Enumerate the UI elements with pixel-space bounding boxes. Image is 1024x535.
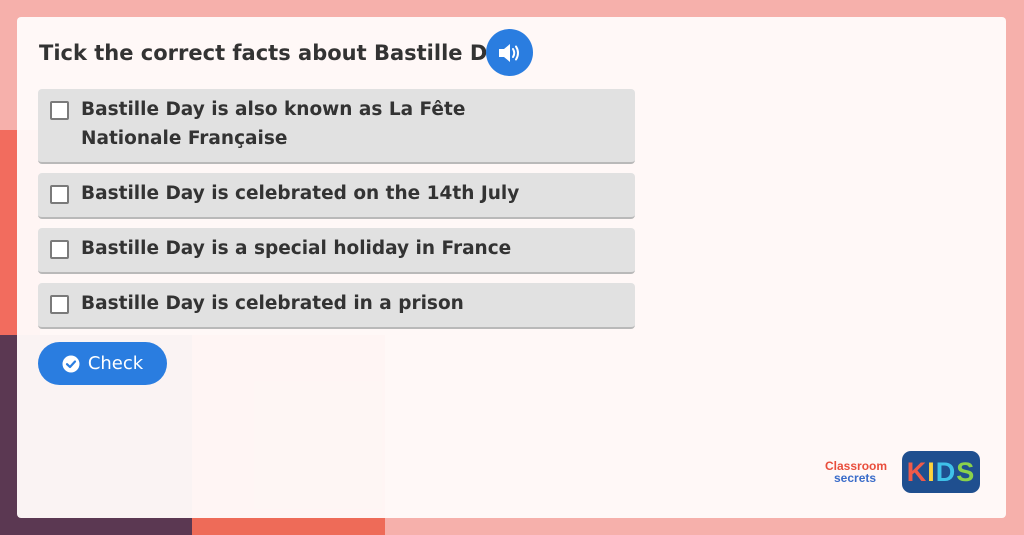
kids-logo: K I D S [902,451,980,493]
question-panel: Tick the correct facts about Bastille Da… [17,17,1006,518]
option-checkbox[interactable] [50,101,69,120]
option-label: Bastille Day is a special holiday in Fra… [81,238,512,259]
audio-button[interactable] [486,29,533,76]
kids-letter: D [935,456,957,487]
option-label: Bastille Day is celebrated on the 14th J… [81,183,520,204]
option-checkbox[interactable] [50,295,69,314]
speaker-icon [498,43,519,62]
option-item[interactable]: Bastille Day is celebrated on the 14th J… [38,173,635,219]
option-checkbox[interactable] [50,185,69,204]
logo-line-secrets: secrets [834,471,877,485]
option-item[interactable]: Bastille Day is also known as La Fête Na… [38,89,635,164]
options-list: Bastille Day is also known as La Fête Na… [38,89,635,338]
option-item[interactable]: Bastille Day is celebrated in a prison [38,283,635,329]
option-label: Bastille Day is celebrated in a prison [81,293,464,314]
option-label: Bastille Day is also known as La Fête Na… [81,99,466,149]
check-button[interactable]: Check [38,342,167,385]
kids-letter: K [906,456,928,487]
kids-letter: I [927,456,936,487]
option-checkbox[interactable] [50,240,69,259]
classroom-secrets-logo: Classroom secrets [825,460,897,490]
question-title: Tick the correct facts about Bastille Da… [39,41,515,65]
option-item[interactable]: Bastille Day is a special holiday in Fra… [38,228,635,274]
kids-letter: S [956,456,976,487]
check-circle-icon [62,355,80,372]
check-button-label: Check [87,353,144,374]
